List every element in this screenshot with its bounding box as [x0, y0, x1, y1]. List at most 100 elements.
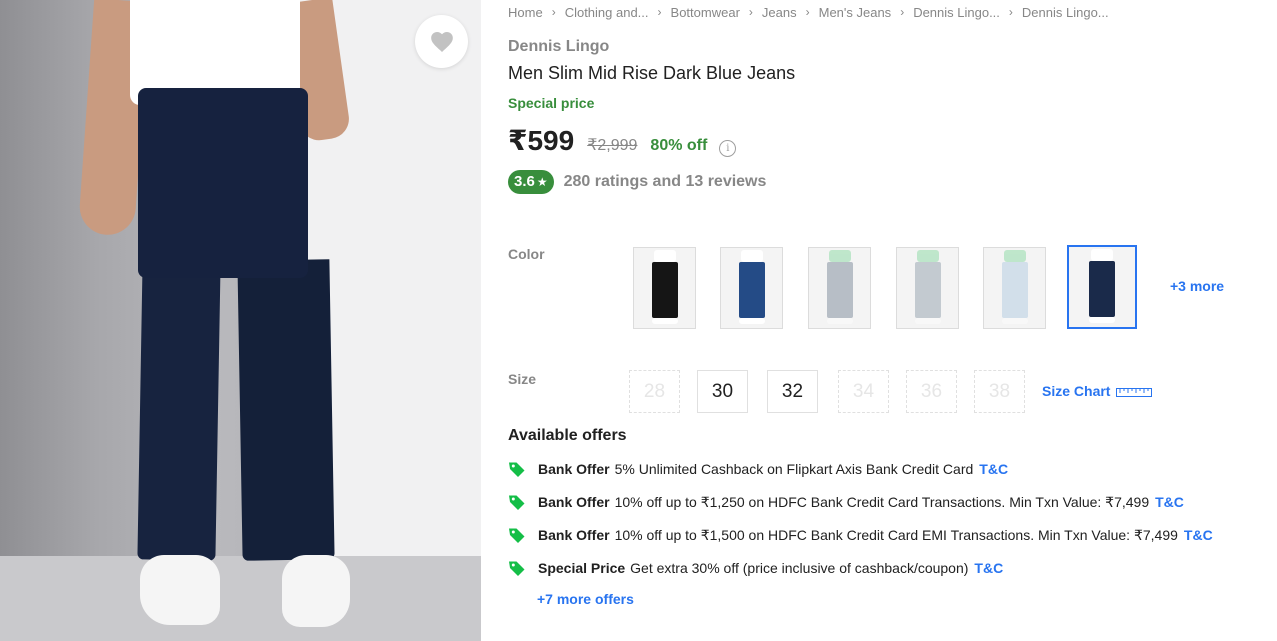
size-option-36: 36	[906, 370, 957, 413]
size-option-38: 38	[974, 370, 1025, 413]
chevron-right-icon: ›	[1008, 5, 1013, 19]
color-swatch[interactable]	[983, 247, 1046, 329]
tag-icon	[509, 495, 525, 510]
breadcrumb-item[interactable]: Jeans	[762, 5, 797, 20]
terms-link[interactable]: T&C	[979, 461, 1008, 477]
product-brand[interactable]: Dennis Lingo	[508, 38, 609, 56]
chevron-right-icon: ›	[900, 5, 905, 19]
swatch-shirt	[916, 250, 939, 262]
terms-link[interactable]: T&C	[1184, 527, 1213, 543]
ratings-reviews-count[interactable]: 280 ratings and 13 reviews	[564, 173, 767, 191]
size-chart-link[interactable]: Size Chart	[1042, 383, 1153, 399]
color-swatch[interactable]	[896, 247, 959, 329]
special-price-label: Special price	[508, 95, 595, 111]
swatch-jeans	[914, 262, 941, 318]
breadcrumb-item[interactable]: Clothing and...	[565, 5, 649, 20]
size-option-28: 28	[629, 370, 680, 413]
terms-link[interactable]: T&C	[1155, 494, 1184, 510]
offer-type: Bank Offer	[538, 494, 610, 510]
offer-text: 10% off up to ₹1,250 on HDFC Bank Credit…	[614, 493, 1150, 510]
size-option-32[interactable]: 32	[767, 370, 818, 413]
product-image[interactable]	[0, 0, 481, 641]
swatch-shoes	[826, 318, 853, 324]
offer-type: Bank Offer	[538, 461, 610, 477]
image-floor	[0, 556, 481, 641]
swatch-thumbnail	[651, 250, 678, 326]
original-price: ₹2,999	[587, 137, 638, 154]
swatch-shoes	[1001, 318, 1028, 324]
offer-item: Bank Offer 5% Unlimited Cashback on Flip…	[508, 460, 1008, 478]
more-offers-link[interactable]: +7 more offers	[537, 591, 634, 607]
chevron-right-icon: ›	[551, 5, 556, 19]
product-title: Men Slim Mid Rise Dark Blue Jeans	[508, 63, 796, 83]
offer-text: 5% Unlimited Cashback on Flipkart Axis B…	[614, 461, 974, 477]
color-label: Color	[508, 246, 545, 262]
tag-icon	[509, 528, 525, 543]
model-jeans-leg-left	[137, 259, 221, 561]
size-option-30[interactable]: 30	[697, 370, 748, 413]
rating-badge[interactable]: 3.6 ★	[508, 170, 554, 194]
swatch-jeans	[826, 262, 853, 318]
breadcrumb: Home › Clothing and... › Bottomwear › Je…	[508, 4, 1109, 20]
color-swatch[interactable]	[1067, 245, 1137, 329]
swatch-shoes	[1089, 317, 1115, 323]
price-row: ₹599 ₹2,999 80% off i	[508, 124, 737, 157]
breadcrumb-item[interactable]: Bottomwear	[671, 5, 740, 20]
swatch-thumbnail	[826, 250, 853, 326]
swatch-thumbnail	[1089, 249, 1115, 325]
model-jeans-waist	[138, 88, 308, 278]
offer-type: Bank Offer	[538, 527, 610, 543]
breadcrumb-item[interactable]: Home	[508, 5, 543, 20]
breadcrumb-item[interactable]: Men's Jeans	[819, 5, 892, 20]
breadcrumb-item[interactable]: Dennis Lingo...	[1022, 5, 1109, 20]
size-chart-label: Size Chart	[1042, 383, 1111, 399]
chevron-right-icon: ›	[805, 5, 810, 19]
model-jeans-leg-right	[237, 259, 335, 561]
rating-value: 3.6	[514, 173, 535, 190]
info-icon[interactable]: i	[719, 140, 737, 157]
breadcrumb-item[interactable]: Dennis Lingo...	[913, 5, 1000, 20]
swatch-jeans	[1089, 261, 1115, 317]
rating-row: 3.6 ★ 280 ratings and 13 reviews	[508, 170, 766, 194]
chevron-right-icon: ›	[657, 5, 662, 19]
swatch-jeans	[1001, 262, 1028, 318]
color-swatch[interactable]	[633, 247, 696, 329]
tag-icon	[509, 561, 525, 576]
swatch-shirt	[828, 250, 851, 262]
available-offers-heading: Available offers	[508, 427, 627, 444]
swatch-jeans	[738, 262, 765, 318]
swatch-shoes	[738, 318, 765, 324]
swatch-shirt	[1003, 250, 1026, 262]
swatch-jeans	[651, 262, 678, 318]
offer-text: Get extra 30% off (price inclusive of ca…	[630, 560, 969, 576]
swatch-thumbnail	[1001, 250, 1028, 326]
swatch-shirt	[740, 250, 763, 262]
size-label: Size	[508, 371, 537, 387]
color-swatch[interactable]	[808, 247, 871, 329]
swatch-shirt	[1091, 249, 1113, 261]
size-option-34: 34	[838, 370, 889, 413]
swatch-shoes	[651, 318, 678, 324]
wishlist-button[interactable]	[415, 15, 468, 68]
discount-percent: 80% off	[650, 137, 708, 154]
heart-icon	[430, 31, 453, 52]
offer-type: Special Price	[538, 560, 626, 576]
tag-icon	[509, 462, 525, 477]
model-shoe-right	[282, 555, 350, 627]
product-details: Home › Clothing and... › Bottomwear › Je…	[508, 0, 1273, 641]
offer-item: Bank Offer 10% off up to ₹1,500 on HDFC …	[508, 526, 1213, 544]
swatch-shoes	[914, 318, 941, 324]
offer-item: Bank Offer 10% off up to ₹1,250 on HDFC …	[508, 493, 1184, 511]
ruler-icon	[1116, 388, 1153, 397]
model-shoe-left	[140, 555, 220, 625]
swatch-thumbnail	[738, 250, 765, 326]
star-icon: ★	[536, 175, 548, 189]
color-swatch[interactable]	[720, 247, 783, 329]
more-colors-link[interactable]: +3 more	[1170, 278, 1224, 294]
selling-price: ₹599	[508, 125, 575, 156]
offer-item: Special Price Get extra 30% off (price i…	[508, 559, 1003, 577]
terms-link[interactable]: T&C	[974, 560, 1003, 576]
chevron-right-icon: ›	[748, 5, 753, 19]
swatch-thumbnail	[914, 250, 941, 326]
offer-text: 10% off up to ₹1,500 on HDFC Bank Credit…	[614, 526, 1178, 543]
